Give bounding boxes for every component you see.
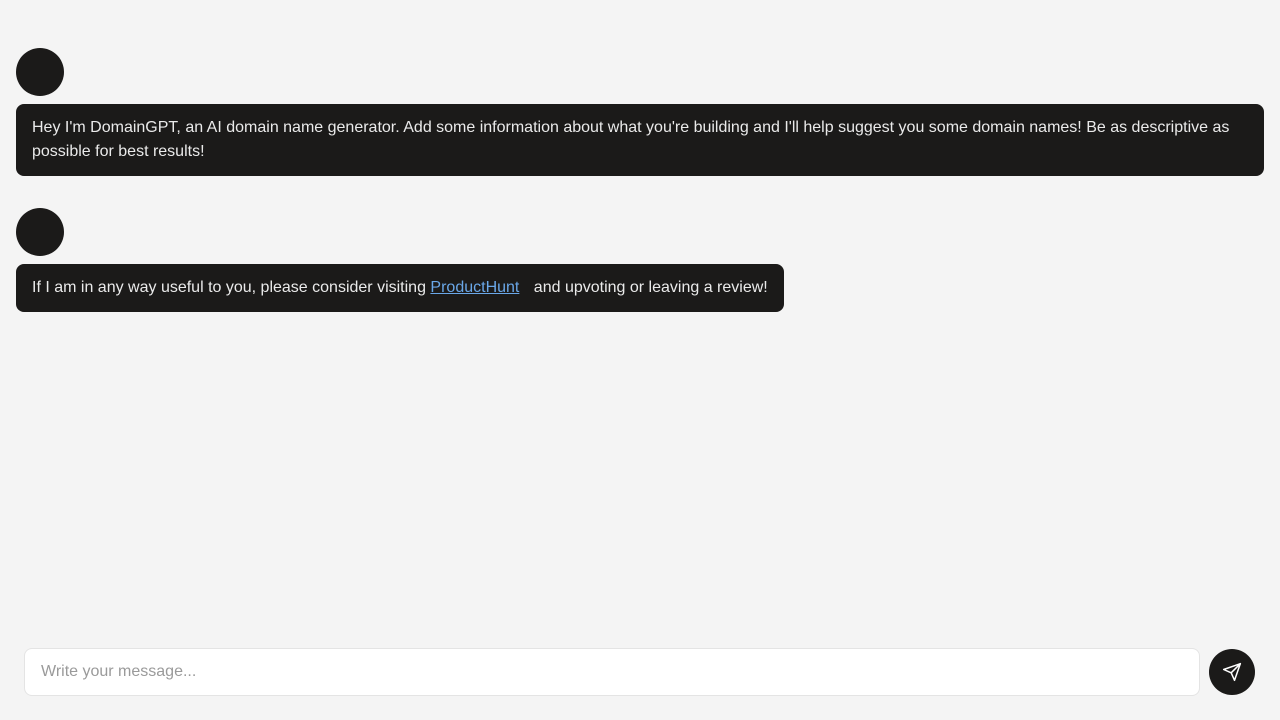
message-text-after: and upvoting or leaving a review!	[529, 279, 768, 296]
message-bubble: Hey I'm DomainGPT, an AI domain name gen…	[16, 104, 1264, 176]
message-composer	[24, 648, 1256, 696]
bot-avatar	[16, 208, 64, 256]
message-bubble: If I am in any way useful to you, please…	[16, 264, 784, 312]
producthunt-link[interactable]: ProductHunt	[430, 279, 519, 296]
chat-app: Hey I'm DomainGPT, an AI domain name gen…	[0, 0, 1280, 720]
message-text: Hey I'm DomainGPT, an AI domain name gen…	[32, 119, 1230, 160]
message-item: Hey I'm DomainGPT, an AI domain name gen…	[16, 48, 1264, 176]
message-list: Hey I'm DomainGPT, an AI domain name gen…	[16, 48, 1264, 344]
message-text-before: If I am in any way useful to you, please…	[32, 279, 431, 296]
message-item: If I am in any way useful to you, please…	[16, 208, 1264, 312]
bot-avatar	[16, 48, 64, 96]
message-input[interactable]	[24, 648, 1200, 696]
send-button[interactable]	[1209, 649, 1255, 695]
send-icon	[1222, 662, 1242, 682]
